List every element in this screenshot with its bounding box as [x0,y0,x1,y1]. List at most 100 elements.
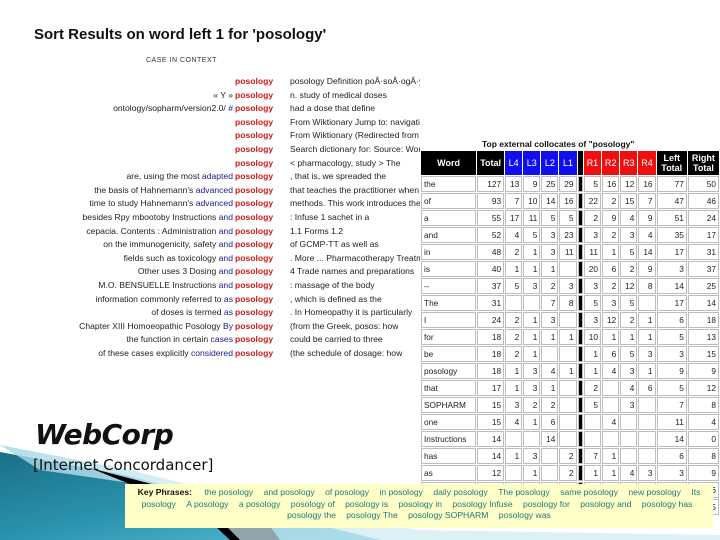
collocate-word[interactable]: for [421,329,477,345]
collocate-r1: 10 [583,329,602,345]
concordance-node-word[interactable]: posology [235,184,273,198]
col-header-l1[interactable]: L1 [559,151,577,175]
concordance-node-word[interactable]: posology [235,238,273,252]
col-header-word[interactable]: Word [421,151,477,175]
collocate-word[interactable]: that [421,380,477,396]
collocate-l2: 25 [541,176,559,192]
concordance-node-word[interactable]: posology [235,170,273,184]
col-header-l2[interactable]: L2 [541,151,559,175]
collocate-word[interactable]: SOPHARM [421,397,477,413]
key-phrase-link[interactable]: new posology [628,487,681,497]
concordance-node-word[interactable]: posology [235,293,273,307]
collocate-l4: 17 [505,210,523,226]
collocate-r3: 15 [620,193,638,209]
col-header-r3[interactable]: R3 [620,151,638,175]
concordance-node-word[interactable]: posology [235,279,273,293]
collocate-word[interactable]: has [421,448,477,464]
concordance-line: fields such as toxicology and posology . M… [0,252,420,266]
collocate-word[interactable]: as [421,465,477,481]
concordance-node-word[interactable]: posology [235,252,273,266]
collocate-l3: 1 [523,261,541,277]
collocate-r3: 5 [620,244,638,260]
collocate-r4 [638,431,656,447]
collocate-l3: 1 [523,312,541,328]
collocate-word[interactable]: I [421,312,477,328]
collocate-word[interactable]: Instructions [421,431,477,447]
key-phrase-link[interactable]: posology is [345,499,388,509]
key-phrase-link[interactable]: posology was [499,510,551,520]
concordance-left-context: the basis of Hahnemann's advanced [94,184,233,198]
collocate-word[interactable]: -- [421,278,477,294]
collocate-l2: 14 [541,431,559,447]
concordance-node-word[interactable]: posology [235,157,273,171]
key-phrase-link[interactable]: of posology [325,487,369,497]
concordance-node-word[interactable]: posology [235,143,273,157]
concordance-node-word[interactable]: posology [235,89,273,103]
key-phrase-link[interactable]: in posology [379,487,422,497]
concordance-node-word[interactable]: posology [235,116,273,130]
col-header-total[interactable]: Total [477,151,505,175]
col-header-left-total[interactable]: Left Total [656,151,687,175]
key-phrase-link[interactable]: and posology [264,487,315,497]
collocate-word[interactable]: is [421,261,477,277]
concordance-node-word[interactable]: posology [235,265,273,279]
collocate-word[interactable]: be [421,346,477,362]
key-phrase-link[interactable]: a posology [239,499,281,509]
concordance-node-word[interactable]: posology [235,333,273,347]
concordance-node-word[interactable]: posology [235,306,273,320]
col-header-r2[interactable]: R2 [602,151,620,175]
left-word-l1: and [218,225,233,236]
key-phrase-link[interactable]: posology and [580,499,631,509]
collocate-r2: 4 [602,363,620,379]
concordance-node-word[interactable]: posology [235,75,273,89]
col-header-r4[interactable]: R4 [638,151,656,175]
col-header-right-total[interactable]: Right Total [687,151,719,175]
collocate-r2: 2 [602,193,620,209]
concordance-node-word[interactable]: posology [235,320,273,334]
collocate-left-total: 5 [656,329,687,345]
key-phrase-link[interactable]: posology has [642,499,693,509]
collocate-word[interactable]: and [421,227,477,243]
key-phrase-link[interactable]: posology in [399,499,442,509]
col-header-r1[interactable]: R1 [583,151,602,175]
key-phrase-link[interactable]: A posology [186,499,228,509]
collocate-word[interactable]: posology [421,363,477,379]
concordance-node-word[interactable]: posology [235,197,273,211]
key-phrase-link[interactable]: same posology [560,487,618,497]
concordance-node-word[interactable]: posology [235,347,273,361]
key-phrase-link[interactable]: posology the [287,510,336,520]
collocate-right-total: 46 [687,193,719,209]
collocate-word[interactable]: the [421,176,477,192]
concordance-node-word[interactable]: posology [235,102,273,116]
collocate-right-total: 18 [687,312,719,328]
collocate-left-total: 5 [656,380,687,396]
key-phrase-link[interactable]: posology SOPHARM [408,510,488,520]
key-phrase-link[interactable]: posology Infuse [452,499,512,509]
col-header-l4[interactable]: L4 [505,151,523,175]
collocate-word[interactable]: a [421,210,477,226]
left-context-text: ontology/sopharm/version2.0/ [113,103,226,114]
collocate-right-total: 8 [687,448,719,464]
collocate-l1: 29 [559,176,577,192]
key-phrase-link[interactable]: posology The [346,510,397,520]
col-header-l3[interactable]: L3 [523,151,541,175]
collocate-word[interactable]: one [421,414,477,430]
key-phrase-link[interactable]: posology for [523,499,570,509]
concordance-node-word[interactable]: posology [235,211,273,225]
left-word-l1: and [218,266,233,277]
concordance-node-word[interactable]: posology [235,225,273,239]
collocate-r1 [583,414,602,430]
key-phrase-link[interactable]: daily posology [433,487,487,497]
key-phrase-link[interactable]: the posology [204,487,253,497]
collocate-right-total: 25 [687,278,719,294]
key-phrase-link[interactable]: posology of [291,499,335,509]
collocate-r4: 4 [638,227,656,243]
collocate-row: has 14 1 3 2 7 1 6 8 [421,448,719,464]
collocate-r2: 9 [602,210,620,226]
collocate-word[interactable]: of [421,193,477,209]
concordance-node-word[interactable]: posology [235,129,273,143]
key-phrase-link[interactable]: The posology [498,487,550,497]
collocate-row: The 31 7 8 5 3 5 17 14 [421,295,719,311]
collocate-word[interactable]: in [421,244,477,260]
collocate-word[interactable]: The [421,295,477,311]
